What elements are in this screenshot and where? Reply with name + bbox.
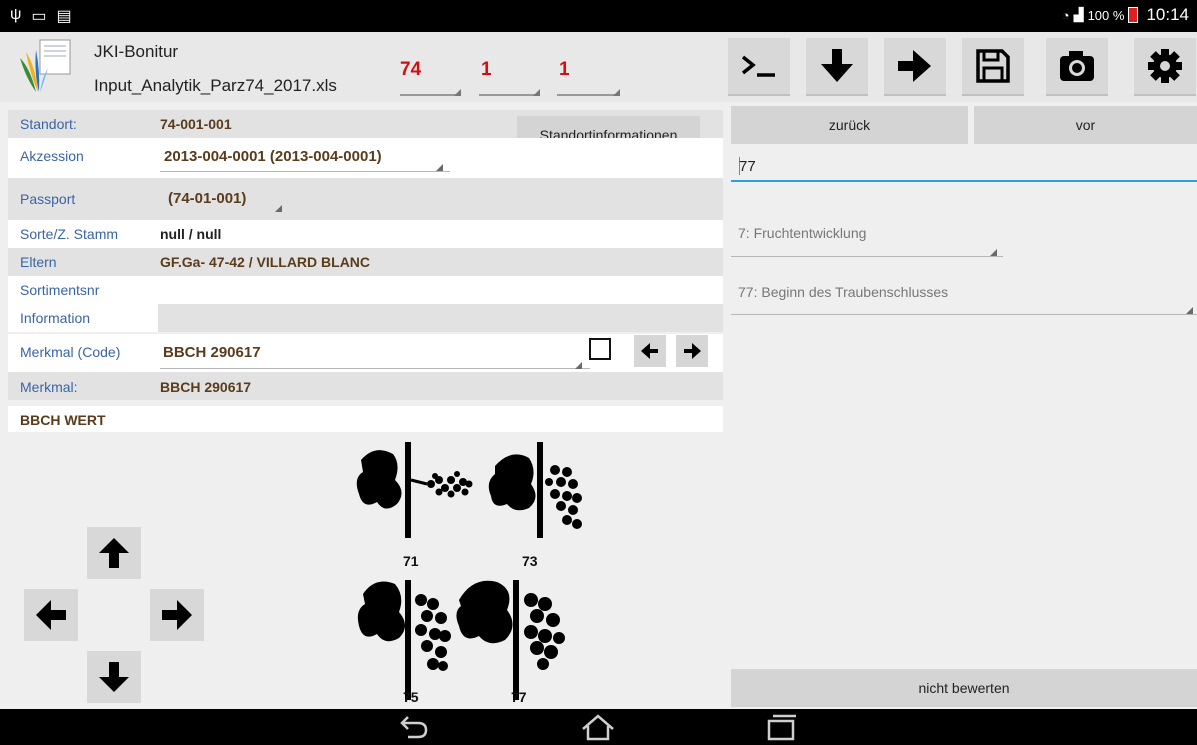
standort-value: 74-001-001 <box>160 116 232 132</box>
save-icon <box>976 49 1010 83</box>
arrow-right-icon <box>898 50 931 82</box>
arrow-left-icon <box>641 343 658 359</box>
arrow-down-icon <box>99 662 129 692</box>
parcel-spinner-value[interactable]: 74 <box>400 59 421 81</box>
pad-up-button[interactable] <box>87 527 141 579</box>
eltern-value: GF.Ga- 47-42 / VILLARD BLANC <box>160 254 371 270</box>
app-logo-icon <box>20 39 71 92</box>
passport-label: Passport <box>20 191 76 207</box>
value-input-text: 77 <box>739 158 756 175</box>
akzession-select[interactable]: 2013-004-0001 (2013-004-0001) <box>164 148 382 165</box>
pad-down-button[interactable] <box>87 651 141 703</box>
plant-spinner-value[interactable]: 1 <box>559 59 570 81</box>
plant-spinner[interactable] <box>557 89 620 96</box>
camera-button[interactable] <box>1046 38 1108 96</box>
merkmal-row: Merkmal: BBCH 290617 <box>8 372 723 400</box>
file-icon: ▤ <box>56 8 72 25</box>
eltern-row: Eltern GF.Ga- 47-42 / VILLARD BLANC <box>8 248 723 276</box>
stage-select[interactable]: 77: Beginn des Traubenschlusses <box>738 284 948 300</box>
stage-label-77: 77 <box>511 689 527 705</box>
akzession-row: Akzession 2013-004-0001 (2013-004-0001) <box>8 138 723 178</box>
bbch-wert-label: BBCH WERT <box>20 412 106 428</box>
wifi-icon: ◔ <box>1061 7 1070 23</box>
akzession-label: Akzession <box>20 148 84 164</box>
gear-icon <box>1148 49 1182 83</box>
information-row: Information <box>8 304 723 332</box>
standort-label: Standort: <box>20 116 77 132</box>
next-right-button[interactable] <box>884 38 946 96</box>
grape-stage-77-image <box>456 580 565 700</box>
clock: 10:14 <box>1146 5 1189 24</box>
information-label: Information <box>20 310 91 326</box>
row-spinner-value[interactable]: 1 <box>481 59 492 81</box>
signal-icon: ▟ <box>1073 7 1084 22</box>
recent-apps-nav-icon[interactable] <box>766 713 798 741</box>
merkmal-code-label: Merkmal (Code) <box>20 344 121 360</box>
pad-right-button[interactable] <box>150 589 204 641</box>
bbch-wert-row <box>8 406 723 432</box>
merkmal-code-row: Merkmal (Code) BBCH 290617 <box>8 334 723 372</box>
stage-label-71: 71 <box>403 553 419 569</box>
arrow-right-icon <box>684 343 701 359</box>
merkmal-label: Merkmal: <box>20 379 78 395</box>
merkmal-value: BBCH 290617 <box>160 379 252 395</box>
app-screen: ψ ▭ ▤ ◔ ▟ 100 % 10:14 JKI-Bonitur Input_… <box>0 0 1197 745</box>
forward-button[interactable]: vor <box>974 106 1197 144</box>
app-header: JKI-Bonitur Input_Analytik_Parz74_2017.x… <box>0 32 1197 102</box>
merkmal-code-select[interactable]: BBCH 290617 <box>163 344 261 361</box>
terminal-button[interactable] <box>728 38 790 96</box>
usb-icon: ψ <box>10 6 22 23</box>
merkmal-next-button[interactable] <box>676 335 708 367</box>
file-name: Input_Analytik_Parz74_2017.xls <box>94 76 337 95</box>
settings-button[interactable] <box>1134 38 1196 96</box>
pad-left-button[interactable] <box>24 589 78 641</box>
navigation-bar <box>0 709 1197 745</box>
grape-stage-73-image <box>488 442 582 538</box>
bbch-stage-illustration <box>356 442 582 700</box>
passport-select[interactable]: (74-01-001) <box>168 190 246 207</box>
cast-icon: ▭ <box>31 8 47 25</box>
battery-level: 100 % <box>1087 7 1125 23</box>
sortimentsnr-label: Sortimentsnr <box>20 282 100 298</box>
arrow-right-icon <box>162 600 192 630</box>
save-button[interactable] <box>962 38 1024 96</box>
sorte-label: Sorte/Z. Stamm <box>20 226 119 242</box>
category-select[interactable]: 7: Fruchtentwicklung <box>738 225 866 241</box>
passport-row: Passport (74-01-001) <box>8 178 723 220</box>
arrow-up-icon <box>99 538 129 568</box>
home-nav-icon[interactable] <box>580 713 616 741</box>
status-bar: ψ ▭ ▤ ◔ ▟ 100 % 10:14 <box>0 0 1197 32</box>
stage-label-75: 75 <box>403 689 419 705</box>
row-spinner[interactable] <box>479 89 540 96</box>
back-nav-icon[interactable] <box>398 713 430 739</box>
camera-icon <box>1060 51 1094 81</box>
stage-label-73: 73 <box>522 553 538 569</box>
next-down-button[interactable] <box>806 38 868 96</box>
terminal-icon <box>741 55 775 77</box>
back-button[interactable]: zurück <box>731 106 968 144</box>
arrow-down-icon <box>821 49 853 82</box>
parcel-spinner[interactable] <box>400 89 461 96</box>
grape-stage-71-image <box>356 442 473 538</box>
battery-icon <box>1128 7 1139 23</box>
value-input[interactable]: 77 <box>731 150 1197 182</box>
sorte-value: null / null <box>160 226 222 242</box>
merkmal-checkbox[interactable] <box>589 338 611 360</box>
grape-stage-75-image <box>357 580 451 700</box>
eltern-label: Eltern <box>20 254 57 270</box>
sortimentsnr-row: Sortimentsnr <box>8 276 723 304</box>
app-title: JKI-Bonitur <box>94 42 179 61</box>
sorte-row: Sorte/Z. Stamm null / null <box>8 220 723 248</box>
merkmal-prev-button[interactable] <box>634 335 666 367</box>
skip-rating-button[interactable]: nicht bewerten <box>731 669 1197 707</box>
arrow-left-icon <box>36 600 66 630</box>
